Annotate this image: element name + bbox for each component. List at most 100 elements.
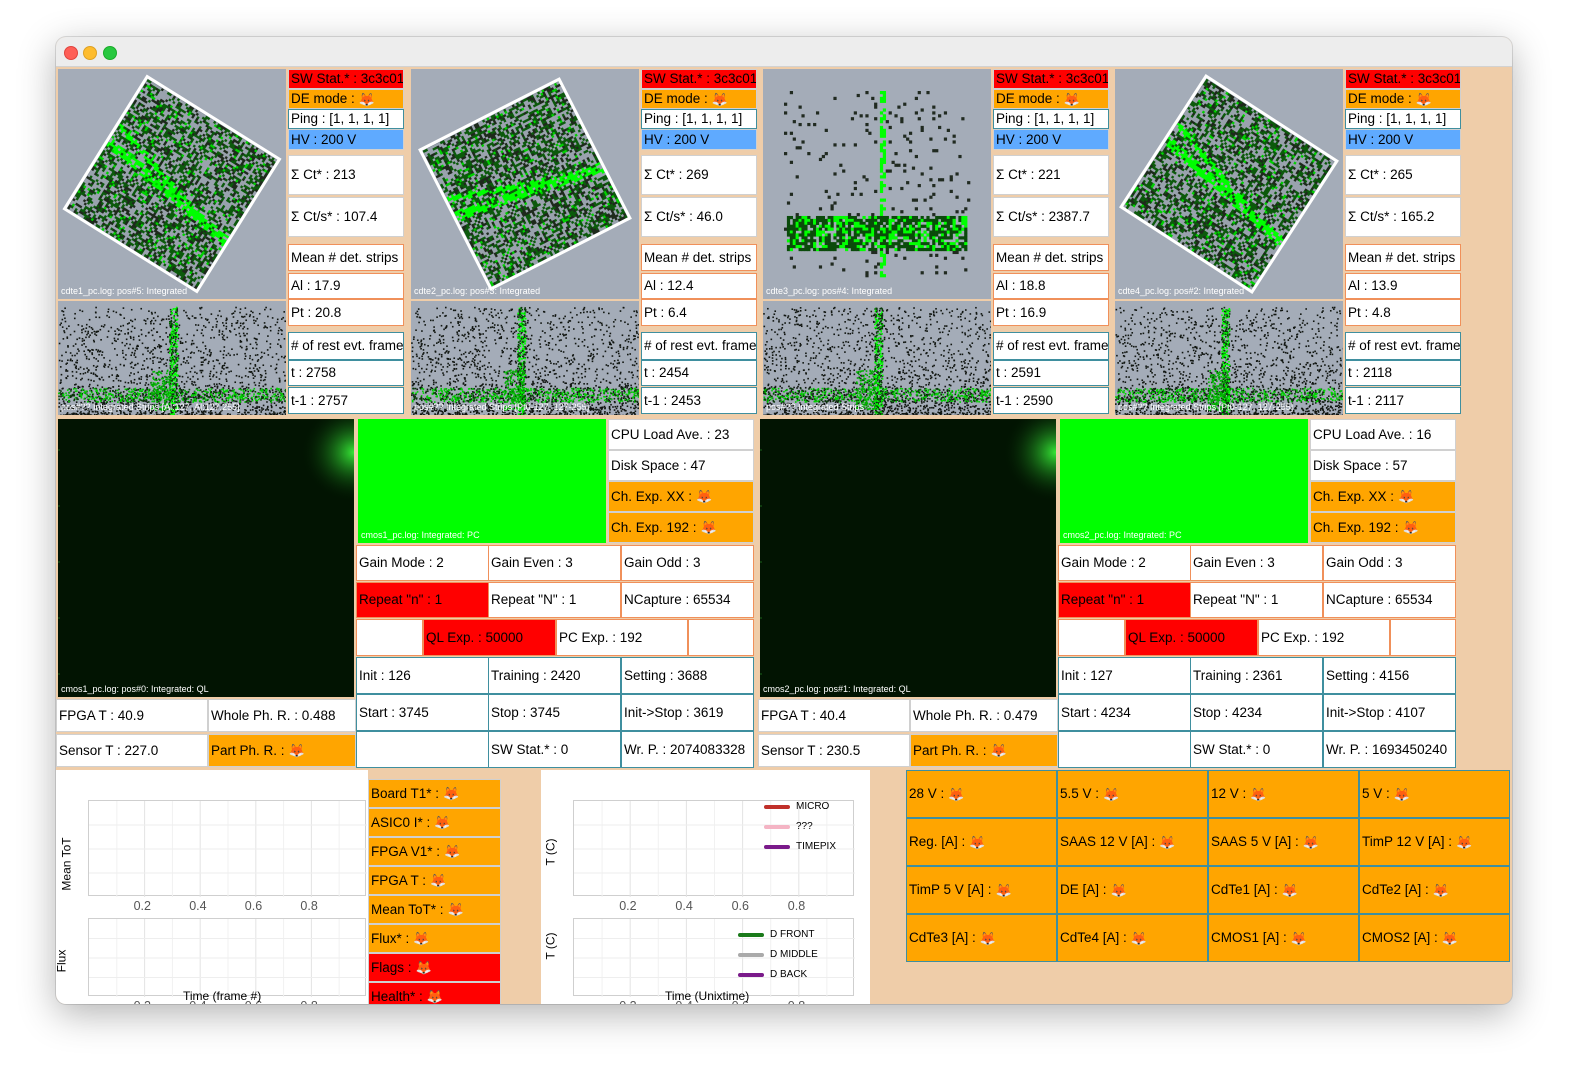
- power-4: Reg. [A] : 🦊: [906, 818, 1057, 866]
- fox-status-icon: 🦊: [991, 744, 1007, 757]
- power-8-text: TimP 5 V [A] :: [909, 883, 992, 897]
- x-tick-label: 0.8: [300, 999, 317, 1004]
- image-caption: cmos2_pc.log: pos#1: Integrated: QL: [763, 684, 911, 694]
- power-9-text: DE [A] :: [1060, 883, 1107, 897]
- cmos2-sw-stat-text: SW Stat.* : 0: [1193, 743, 1270, 757]
- cmos2-disk-space: Disk Space : 57: [1310, 450, 1456, 481]
- power-9: DE [A] : 🦊: [1057, 866, 1208, 914]
- image-caption: cdte2_pc.log: pos#3: Integrated: [414, 286, 540, 296]
- cdte3-sw-status-text: SW Stat.* : 3c3c010: [996, 72, 1108, 86]
- fox-status-icon: 🦊: [1250, 788, 1266, 801]
- cmos1-cpu-load-text: CPU Load Ave. : 23: [611, 428, 729, 442]
- cdte3-de-mode: DE mode : 🦊: [993, 89, 1109, 109]
- x-tick-label: 0.2: [619, 999, 636, 1004]
- cmos2-gain-odd-text: Gain Odd : 3: [1326, 556, 1403, 570]
- cdte2-hv-text: HV : 200 V: [644, 133, 709, 147]
- power-11-text: CdTe2 [A] :: [1362, 883, 1429, 897]
- cmos1-init-stop-text: Init->Stop : 3619: [624, 706, 723, 720]
- x-tick-label: 0.2: [134, 999, 151, 1004]
- cdte2-sw-status: SW Stat.* : 3c3c010: [641, 69, 757, 89]
- cdte3-sum-counts-text: Σ Ct* : 221: [996, 168, 1061, 182]
- cmos1-whole-ph-rate: Whole Ph. R. : 0.488: [208, 699, 356, 732]
- cmos2-blank-right: [1390, 619, 1456, 656]
- cmos1-gain-even-text: Gain Even : 3: [491, 556, 573, 570]
- cdte3-de-mode-text: DE mode :: [996, 92, 1060, 106]
- cmos2-blank-left: [1058, 619, 1125, 656]
- cmos1-blank-right: [688, 619, 754, 656]
- cdte2-ping-text: Ping : [1, 1, 1, 1]: [644, 112, 742, 126]
- fox-status-icon: 🦊: [1064, 93, 1080, 106]
- image-caption: cmos1_pc.log: pos#0: Integrated: QL: [61, 684, 209, 694]
- cmos1-init: Init : 126: [356, 657, 489, 694]
- cmos2-ql-exp-text: QL Exp. : 50000: [1128, 631, 1225, 645]
- fox-status-icon: 🦊: [434, 816, 450, 829]
- cdte3-sw-status: SW Stat.* : 3c3c010: [993, 69, 1109, 89]
- power-15-text: CMOS2 [A] :: [1362, 931, 1438, 945]
- cdte2-sum-counts-text: Σ Ct* : 269: [644, 168, 709, 182]
- legend-label: D MIDDLE: [770, 949, 818, 960]
- close-window-button[interactable]: [64, 46, 78, 60]
- cmos2-sensor-temp: Sensor T : 230.5: [758, 734, 910, 767]
- cmos1-gain-odd-text: Gain Odd : 3: [624, 556, 701, 570]
- cdte1-sum-counts-text: Σ Ct* : 213: [291, 168, 356, 182]
- cdte4-t-minus-1-text: t-1 : 2117: [1348, 394, 1404, 408]
- legend-entry: TIMEPIX: [764, 841, 836, 852]
- minimize-window-button[interactable]: [83, 46, 97, 60]
- cdte3-t-text: t : 2591: [996, 366, 1041, 380]
- cdte3-rest-frame-text: # of rest evt. frame: [996, 339, 1108, 353]
- cdte3-sum-count-rate-text: Σ Ct/s* : 2387.7: [996, 210, 1090, 224]
- cdte4-t-text: t : 2118: [1348, 366, 1392, 380]
- timepix-status-4: Mean ToT* : 🦊: [368, 895, 501, 924]
- cmos1-start: Start : 3745: [356, 694, 489, 731]
- cdte4-sum-count-rate: Σ Ct/s* : 165.2: [1345, 197, 1461, 237]
- maximize-window-button[interactable]: [103, 46, 117, 60]
- fox-status-icon: 🦊: [430, 874, 446, 887]
- cmos2-stop-text: Stop : 4234: [1193, 706, 1262, 720]
- cdte4-t: t : 2118: [1345, 360, 1461, 386]
- app-window: cdte1_pc.log: pos#5: Integrated pos#?? In…: [56, 37, 1512, 1004]
- fox-status-icon: 🦊: [444, 845, 460, 858]
- cmos1-stop-text: Stop : 3745: [491, 706, 560, 720]
- cmos1-disk-space: Disk Space : 47: [608, 450, 754, 481]
- cdte1-image: cdte1_pc.log: pos#5: Integrated: [58, 69, 286, 299]
- cmos1-repeat-n: Repeat "n" : 1: [356, 582, 489, 618]
- fox-status-icon: 🦊: [1442, 932, 1458, 945]
- cdte3-pt: Pt : 16.9: [993, 299, 1109, 326]
- power-13-text: CdTe4 [A] :: [1060, 931, 1127, 945]
- timepix-status-3-text: FPGA T :: [371, 874, 426, 888]
- cmos1-training-text: Training : 2420: [491, 669, 581, 683]
- cdte2-spectrum: pos#?? Integrated Strips [Pt0-127, 127-2…: [411, 301, 639, 415]
- cdte2-t-minus-1: t-1 : 2453: [641, 387, 757, 414]
- cdte3-t-minus-1-text: t-1 : 2590: [996, 394, 1053, 408]
- legend-label: ???: [796, 821, 813, 832]
- cmos2-init: Init : 127: [1058, 657, 1191, 694]
- cdte1-al: Al : 17.9: [288, 273, 404, 299]
- cdte1-ping: Ping : [1, 1, 1, 1]: [288, 109, 404, 129]
- legend-label: D BACK: [770, 969, 807, 980]
- fox-status-icon: 🦊: [948, 788, 964, 801]
- fox-status-icon: 🦊: [996, 884, 1012, 897]
- fox-status-icon: 🦊: [1394, 788, 1410, 801]
- cmos2-pc-image: cmos2_pc.log: Integrated: PC: [1060, 419, 1308, 543]
- legend-entry: ???: [764, 821, 813, 832]
- x-tick-label: 0.6: [245, 899, 262, 913]
- legend-swatch-icon: [738, 972, 764, 977]
- cdte1-sum-count-rate: Σ Ct/s* : 107.4: [288, 197, 404, 237]
- image-caption: cmos2_pc.log: Integrated: PC: [1063, 530, 1182, 540]
- cdte4-sw-status: SW Stat.* : 3c3c010: [1345, 69, 1461, 89]
- cdte3-sum-count-rate: Σ Ct/s* : 2387.7: [993, 197, 1109, 237]
- cdte4-de-mode: DE mode : 🦊: [1345, 89, 1461, 109]
- legend-swatch-icon: [764, 844, 790, 849]
- cdte3-ping-text: Ping : [1, 1, 1, 1]: [996, 112, 1094, 126]
- cmos2-gain-odd: Gain Odd : 3: [1323, 545, 1456, 581]
- cmos2-write-pointer: Wr. P. : 1693450240: [1323, 731, 1456, 768]
- timepix-status-7-text: Health* :: [371, 990, 423, 1004]
- cmos2-init-stop: Init->Stop : 4107: [1323, 694, 1456, 731]
- cdte1-mean-strips-text: Mean # det. strips: [291, 251, 398, 265]
- cdte2-al-text: Al : 12.4: [644, 279, 694, 293]
- fox-status-icon: 🦊: [1433, 884, 1449, 897]
- cmos2-repeat-N: Repeat "N" : 1: [1190, 582, 1323, 618]
- legend-swatch-icon: [738, 952, 764, 957]
- fox-status-icon: 🦊: [1416, 93, 1432, 106]
- timepix-status-2-text: FPGA V1* :: [371, 845, 440, 859]
